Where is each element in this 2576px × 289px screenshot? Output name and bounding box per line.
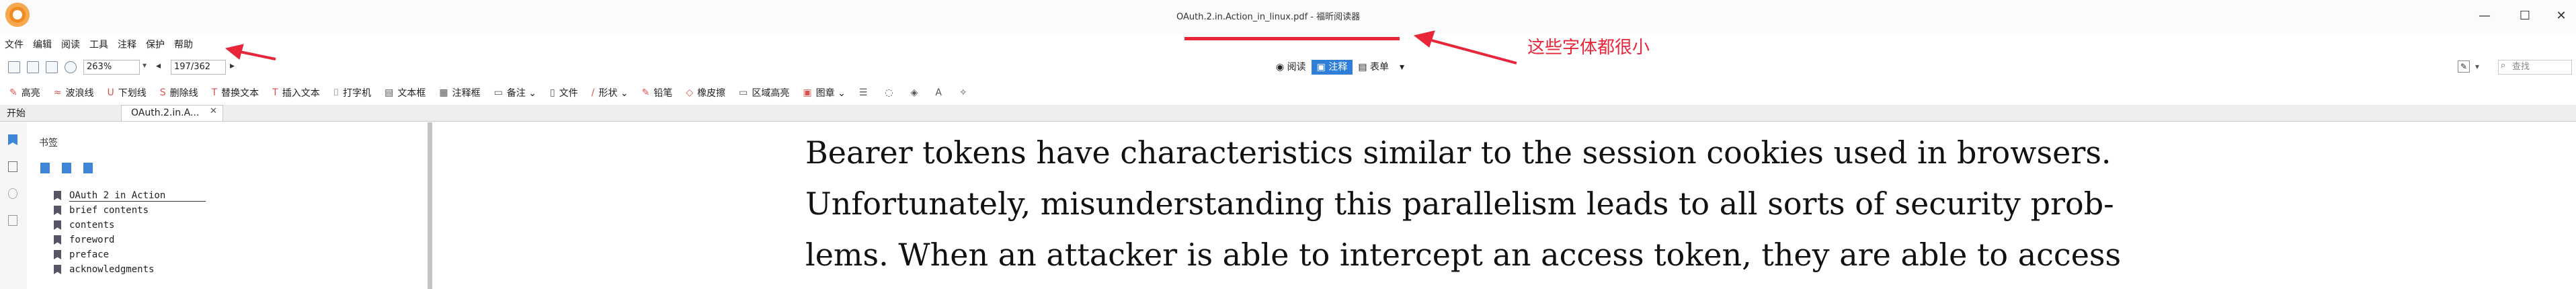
bookmark-icon <box>54 265 61 274</box>
add-bookmark-icon[interactable] <box>83 163 93 173</box>
tool-highlight[interactable]: ✎ 高亮 <box>9 86 40 99</box>
bookmark-icon <box>54 206 61 215</box>
settings-icon: ✧ <box>959 87 967 98</box>
document-text-line: Unfortunately, misunderstanding this par… <box>805 185 2114 222</box>
tool-file[interactable]: ▯ 文件 <box>550 86 578 99</box>
strikeout-icon: S <box>159 87 166 98</box>
bookmark-icon <box>54 191 61 200</box>
stamp-icon: ▣ <box>803 87 812 98</box>
tool-callout[interactable]: ▦ 注释框 <box>439 86 480 99</box>
tool-shape[interactable]: / 形状 ⌄ <box>592 86 629 99</box>
tool-stamp[interactable]: ▣ 图章 ⌄ <box>803 86 845 99</box>
tool-squiggly[interactable]: ≈ 波浪线 <box>54 86 94 99</box>
tool-insert-text[interactable]: T 插入文本 <box>272 86 320 99</box>
tool-eraser[interactable]: ◇ 橡皮擦 <box>686 86 725 99</box>
tool-line-width[interactable]: ☰ <box>859 87 872 98</box>
zoom-input[interactable]: 263% <box>83 60 140 75</box>
print-icon[interactable] <box>27 61 39 73</box>
highlight-icon: ✎ <box>9 87 17 98</box>
sidebar-splitter[interactable] <box>428 122 432 289</box>
underline-icon: U <box>107 87 114 98</box>
next-page-icon[interactable]: ▸ <box>230 60 235 71</box>
bookmark-icon <box>54 250 61 259</box>
mode-form[interactable]: ▤ 表单 <box>1353 60 1394 75</box>
callout-icon: ▦ <box>439 87 448 98</box>
pencil-icon: ✎ <box>641 87 650 98</box>
tab-home[interactable]: 开始 <box>7 106 26 120</box>
search-icon: ⌕ <box>2501 60 2506 71</box>
tool-opacity[interactable]: ◌ <box>885 87 897 98</box>
page-number-input[interactable]: 197/362 <box>171 60 226 75</box>
mode-comment[interactable]: ▣ 注释 <box>1311 60 1353 75</box>
prev-page-icon[interactable]: ◂ <box>156 60 161 71</box>
squiggly-icon: ≈ <box>53 87 62 98</box>
tool-dropdown-icon[interactable]: ▾ <box>2475 62 2479 71</box>
bookmark-item[interactable]: brief contents <box>54 203 149 218</box>
mode-dropdown-icon[interactable]: ▾ <box>1394 60 1410 75</box>
bookmark-item[interactable]: contents <box>54 218 114 233</box>
tab-document[interactable]: OAuth.2.in.A... <box>121 105 223 121</box>
tool-textbox[interactable]: ▤ 文本框 <box>385 86 426 99</box>
bookmark-item[interactable]: foreword <box>54 233 114 247</box>
tool-strikeout[interactable]: S 删除线 <box>160 86 198 99</box>
bookmark-item[interactable]: acknowledgments <box>54 262 154 277</box>
tool-typewriter[interactable]: ⌷ 打字机 <box>333 86 371 99</box>
tool-replace-text[interactable]: T 替换文本 <box>212 86 259 99</box>
bookmark-item[interactable]: OAuth 2 in Action <box>54 188 206 203</box>
pages-panel-icon[interactable] <box>8 161 17 172</box>
arrow-to-title-head <box>1413 30 1435 48</box>
tool-settings[interactable]: ✧ <box>959 87 971 98</box>
layers-panel-icon[interactable] <box>8 215 17 226</box>
tool-fill-color[interactable]: ◈ <box>911 87 922 98</box>
search-input[interactable]: 查找 <box>2498 60 2572 75</box>
tool-pencil[interactable]: ✎ 铅笔 <box>642 86 673 99</box>
sidebar-title: 书签 <box>39 138 58 149</box>
replace-text-icon: T <box>211 87 218 98</box>
area-highlight-icon: ▭ <box>739 87 748 98</box>
eraser-icon: ◇ <box>686 87 694 98</box>
tab-close-icon[interactable]: ✕ <box>210 106 217 116</box>
navigation-rail <box>0 122 28 289</box>
expand-bookmark-icon[interactable] <box>40 163 50 173</box>
mode-switch: ◉ 阅读 ▣ 注释 ▤ 表单 ▾ <box>1271 60 1410 75</box>
bookmark-icon <box>54 235 61 245</box>
tab-bar <box>0 105 2576 122</box>
bookmark-item[interactable]: preface <box>54 247 109 262</box>
zoom-out-icon[interactable] <box>65 61 77 73</box>
font-icon: A <box>935 87 942 98</box>
save-icon[interactable] <box>46 61 58 73</box>
line-width-icon: ☰ <box>858 87 868 98</box>
typewriter-icon: ⌷ <box>333 87 339 98</box>
single-page-icon[interactable] <box>8 61 20 73</box>
tool-area-highlight[interactable]: ▭ 区域高亮 <box>739 86 789 99</box>
mode-read[interactable]: ◉ 阅读 <box>1271 60 1312 75</box>
collapse-bookmark-icon[interactable] <box>62 163 71 173</box>
arrow-to-menu-shaft <box>236 50 276 60</box>
textbox-icon: ▤ <box>385 87 394 98</box>
opacity-icon: ◌ <box>885 87 893 98</box>
form-icon: ▤ <box>1358 62 1371 73</box>
pen-tool-icon[interactable]: ✎ <box>2458 60 2470 73</box>
file-attach-icon: ▯ <box>550 87 555 98</box>
tool-underline[interactable]: U 下划线 <box>107 86 146 99</box>
arrow-to-menu-head <box>225 44 244 60</box>
shape-icon: / <box>591 87 595 98</box>
insert-text-icon: T <box>272 87 278 98</box>
eye-icon: ◉ <box>1276 62 1287 73</box>
document-text-line: Bearer tokens have characteristics simil… <box>805 134 2111 171</box>
zoom-dropdown-icon[interactable]: ▾ <box>143 60 147 70</box>
bookmark-icon <box>54 220 61 230</box>
tool-note[interactable]: ▭ 备注 ⌄ <box>494 86 536 99</box>
fill-color-icon: ◈ <box>910 87 918 98</box>
note-icon: ▭ <box>493 87 503 98</box>
comment-icon: ▣ <box>1316 62 1329 73</box>
attachments-panel-icon[interactable] <box>8 188 17 199</box>
comment-toolbar: ✎ 高亮 ≈ 波浪线 U 下划线 S 删除线 T 替换文本 T 插入文本 ⌷ 打字机 ▤ 文本框… <box>9 82 985 104</box>
document-text-line: lems. When an attacker is able to interc… <box>805 237 2122 273</box>
tool-font[interactable]: A <box>935 87 946 98</box>
